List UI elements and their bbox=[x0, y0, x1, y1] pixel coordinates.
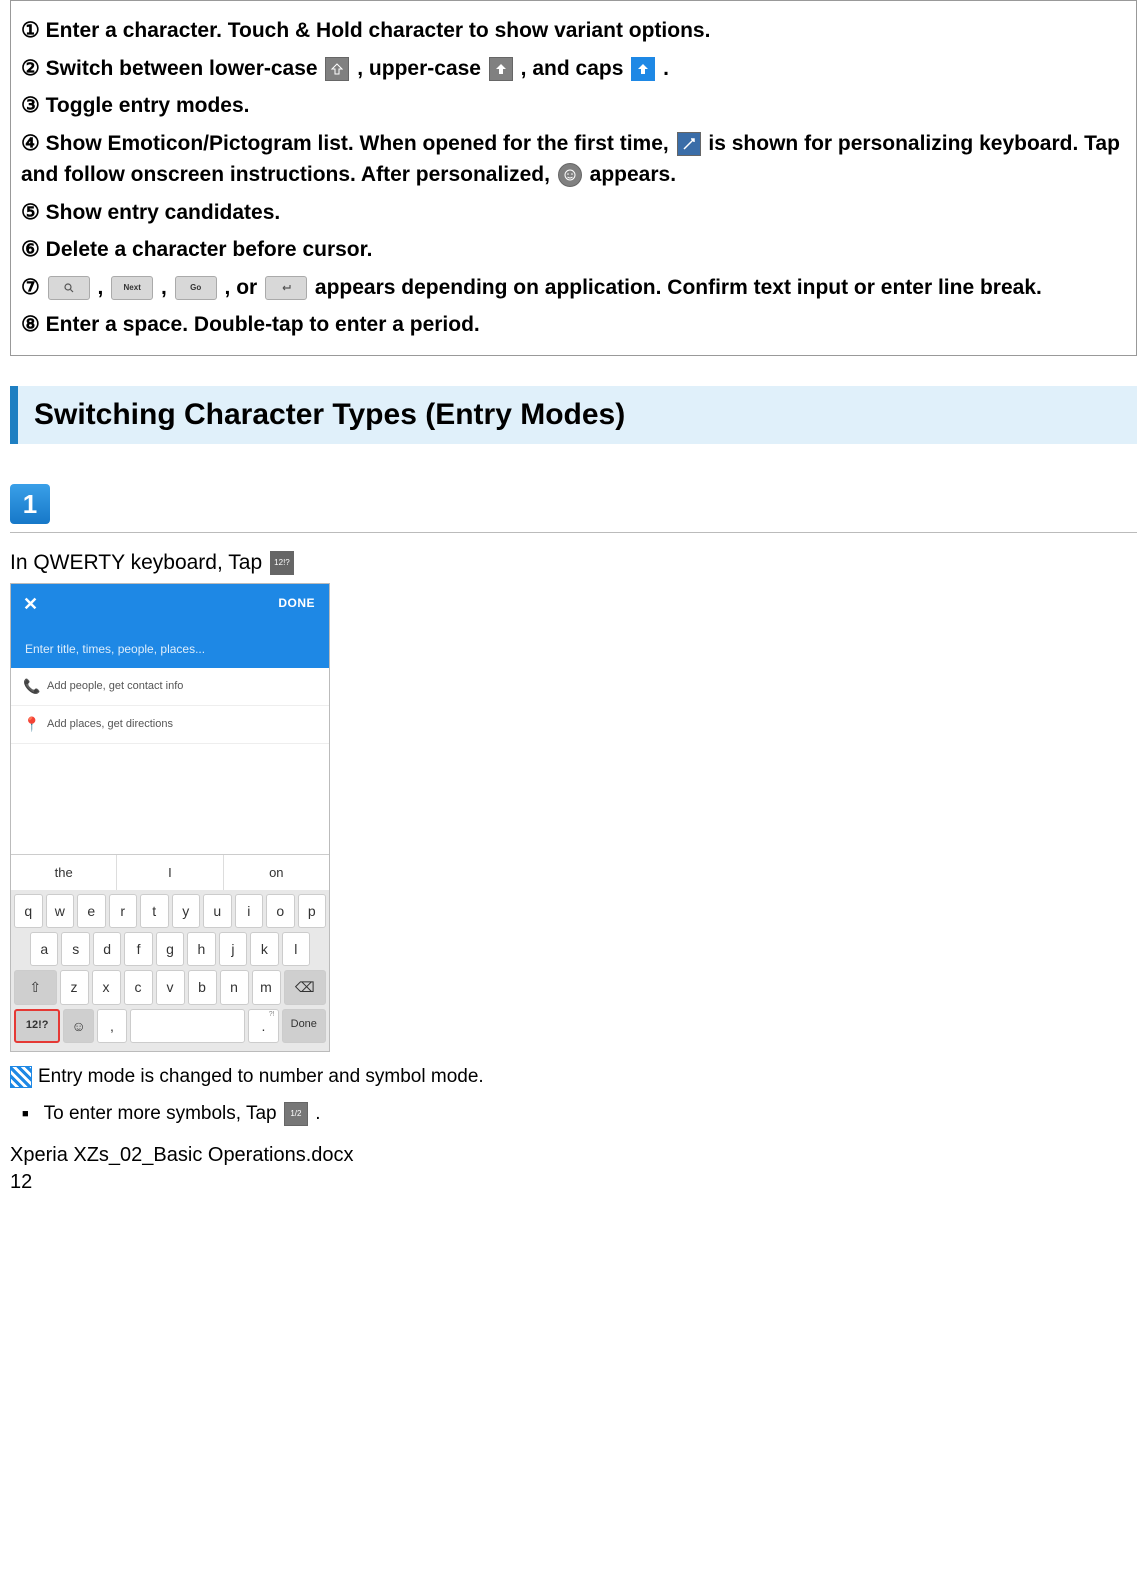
go-key-icon: Go bbox=[175, 276, 217, 300]
result-icon bbox=[10, 1066, 32, 1088]
suggestion[interactable]: on bbox=[224, 855, 329, 890]
instruction-line: In QWERTY keyboard, Tap 12!? bbox=[10, 551, 1137, 575]
key-g[interactable]: g bbox=[156, 932, 184, 966]
close-icon[interactable]: ✕ bbox=[23, 594, 38, 615]
box-item-4: ④ Show Emoticon/Pictogram list. When ope… bbox=[21, 128, 1126, 191]
key-t[interactable]: t bbox=[140, 894, 169, 928]
box-item-5: ⑤ Show entry candidates. bbox=[21, 197, 1126, 229]
suggestion[interactable]: I bbox=[117, 855, 223, 890]
key-y[interactable]: y bbox=[172, 894, 201, 928]
phone-icon: 📞 bbox=[23, 678, 47, 695]
key-a[interactable]: a bbox=[30, 932, 58, 966]
key-w[interactable]: w bbox=[46, 894, 75, 928]
key-shift[interactable]: ⇧ bbox=[14, 970, 57, 1005]
suggestion[interactable]: the bbox=[11, 855, 117, 890]
key-p[interactable]: p bbox=[298, 894, 327, 928]
key-emoji[interactable]: ☺ bbox=[63, 1009, 93, 1043]
key-i[interactable]: i bbox=[235, 894, 264, 928]
key-period[interactable]: ?! . bbox=[248, 1009, 278, 1043]
step-1: 1 In QWERTY keyboard, Tap 12!? ✕ DONE En… bbox=[10, 484, 1137, 1126]
key-b[interactable]: b bbox=[188, 970, 217, 1005]
page-number: 12 bbox=[10, 1171, 1137, 1194]
mode-key-icon: 12!? bbox=[270, 551, 294, 575]
shift-outline-icon bbox=[325, 57, 349, 81]
key-j[interactable]: j bbox=[219, 932, 247, 966]
section-heading: Switching Character Types (Entry Modes) bbox=[10, 386, 1137, 444]
add-people-row[interactable]: 📞 Add people, get contact info bbox=[11, 668, 329, 706]
key-mode-toggle[interactable]: 12!? bbox=[14, 1009, 60, 1043]
emoticon-icon bbox=[558, 163, 582, 187]
blank-area bbox=[11, 744, 329, 854]
key-v[interactable]: v bbox=[156, 970, 185, 1005]
text: ⑦ bbox=[21, 276, 46, 299]
key-h[interactable]: h bbox=[187, 932, 215, 966]
step-number-badge: 1 bbox=[10, 484, 50, 524]
text: ② Switch between lower-case bbox=[21, 57, 323, 80]
key-d[interactable]: d bbox=[93, 932, 121, 966]
text: ④ Show Emoticon/Pictogram list. When ope… bbox=[21, 132, 675, 155]
key-k[interactable]: k bbox=[250, 932, 278, 966]
qwerty-keyboard: q w e r t y u i o p a s d f g h bbox=[11, 890, 329, 1051]
text: . bbox=[663, 57, 669, 80]
text: , bbox=[98, 276, 110, 299]
done-button[interactable]: DONE bbox=[278, 596, 315, 610]
shift-filled-icon bbox=[489, 57, 513, 81]
key-s[interactable]: s bbox=[61, 932, 89, 966]
next-key-icon: Next bbox=[111, 276, 153, 300]
box-item-2: ② Switch between lower-case , upper-case… bbox=[21, 53, 1126, 85]
location-icon: 📍 bbox=[23, 716, 47, 733]
text: appears. bbox=[590, 163, 676, 186]
key-l[interactable]: l bbox=[282, 932, 310, 966]
title-input[interactable]: Enter title, times, people, places... bbox=[25, 642, 205, 656]
keyboard-screenshot: ✕ DONE Enter title, times, people, place… bbox=[10, 583, 330, 1052]
key-f[interactable]: f bbox=[124, 932, 152, 966]
key-e[interactable]: e bbox=[77, 894, 106, 928]
search-key-icon bbox=[48, 276, 90, 300]
text: . bbox=[315, 1103, 320, 1124]
screenshot-header: ✕ DONE Enter title, times, people, place… bbox=[11, 584, 329, 668]
text: appears depending on application. Confir… bbox=[315, 276, 1042, 299]
caps-lock-icon bbox=[631, 57, 655, 81]
suggestion-bar: the I on bbox=[11, 854, 329, 890]
enter-key-icon bbox=[265, 276, 307, 300]
key-o[interactable]: o bbox=[266, 894, 295, 928]
key-z[interactable]: z bbox=[60, 970, 89, 1005]
result-note: Entry mode is changed to number and symb… bbox=[10, 1066, 1137, 1088]
instruction-box: ① Enter a character. Touch & Hold charac… bbox=[10, 0, 1137, 356]
text: In QWERTY keyboard, Tap bbox=[10, 551, 268, 574]
personalize-wizard-icon bbox=[677, 132, 701, 156]
text: . bbox=[261, 1018, 265, 1034]
box-item-8: ⑧ Enter a space. Double-tap to enter a p… bbox=[21, 309, 1126, 341]
key-space[interactable] bbox=[130, 1009, 245, 1043]
page-footer: Xperia XZs_02_Basic Operations.docx 12 bbox=[10, 1144, 1137, 1194]
box-item-1: ① Enter a character. Touch & Hold charac… bbox=[21, 15, 1126, 47]
key-comma[interactable]: , bbox=[97, 1009, 127, 1043]
text: , bbox=[161, 276, 173, 299]
sub-bullet: To enter more symbols, Tap 1/2 . bbox=[22, 1102, 1137, 1126]
key-r[interactable]: r bbox=[109, 894, 138, 928]
more-symbols-key-icon: 1/2 bbox=[284, 1102, 308, 1126]
text: , upper-case bbox=[357, 57, 487, 80]
key-n[interactable]: n bbox=[220, 970, 249, 1005]
text: Add places, get directions bbox=[47, 718, 173, 730]
text: , or bbox=[225, 276, 264, 299]
box-item-3: ③ Toggle entry modes. bbox=[21, 90, 1126, 122]
key-m[interactable]: m bbox=[252, 970, 281, 1005]
text: ?! bbox=[269, 1011, 275, 1018]
text: Add people, get contact info bbox=[47, 680, 183, 692]
key-x[interactable]: x bbox=[92, 970, 121, 1005]
key-u[interactable]: u bbox=[203, 894, 232, 928]
key-done[interactable]: Done bbox=[282, 1009, 326, 1043]
filename: Xperia XZs_02_Basic Operations.docx bbox=[10, 1144, 1137, 1167]
text: , and caps bbox=[521, 57, 630, 80]
text: To enter more symbols, Tap bbox=[44, 1103, 282, 1124]
key-q[interactable]: q bbox=[14, 894, 43, 928]
add-places-row[interactable]: 📍 Add places, get directions bbox=[11, 706, 329, 744]
key-delete[interactable]: ⌫ bbox=[284, 970, 327, 1005]
divider bbox=[10, 532, 1137, 533]
key-c[interactable]: c bbox=[124, 970, 153, 1005]
box-item-7: ⑦ , Next , Go , or appears depending on … bbox=[21, 272, 1126, 304]
text: Entry mode is changed to number and symb… bbox=[38, 1066, 484, 1088]
box-item-6: ⑥ Delete a character before cursor. bbox=[21, 234, 1126, 266]
